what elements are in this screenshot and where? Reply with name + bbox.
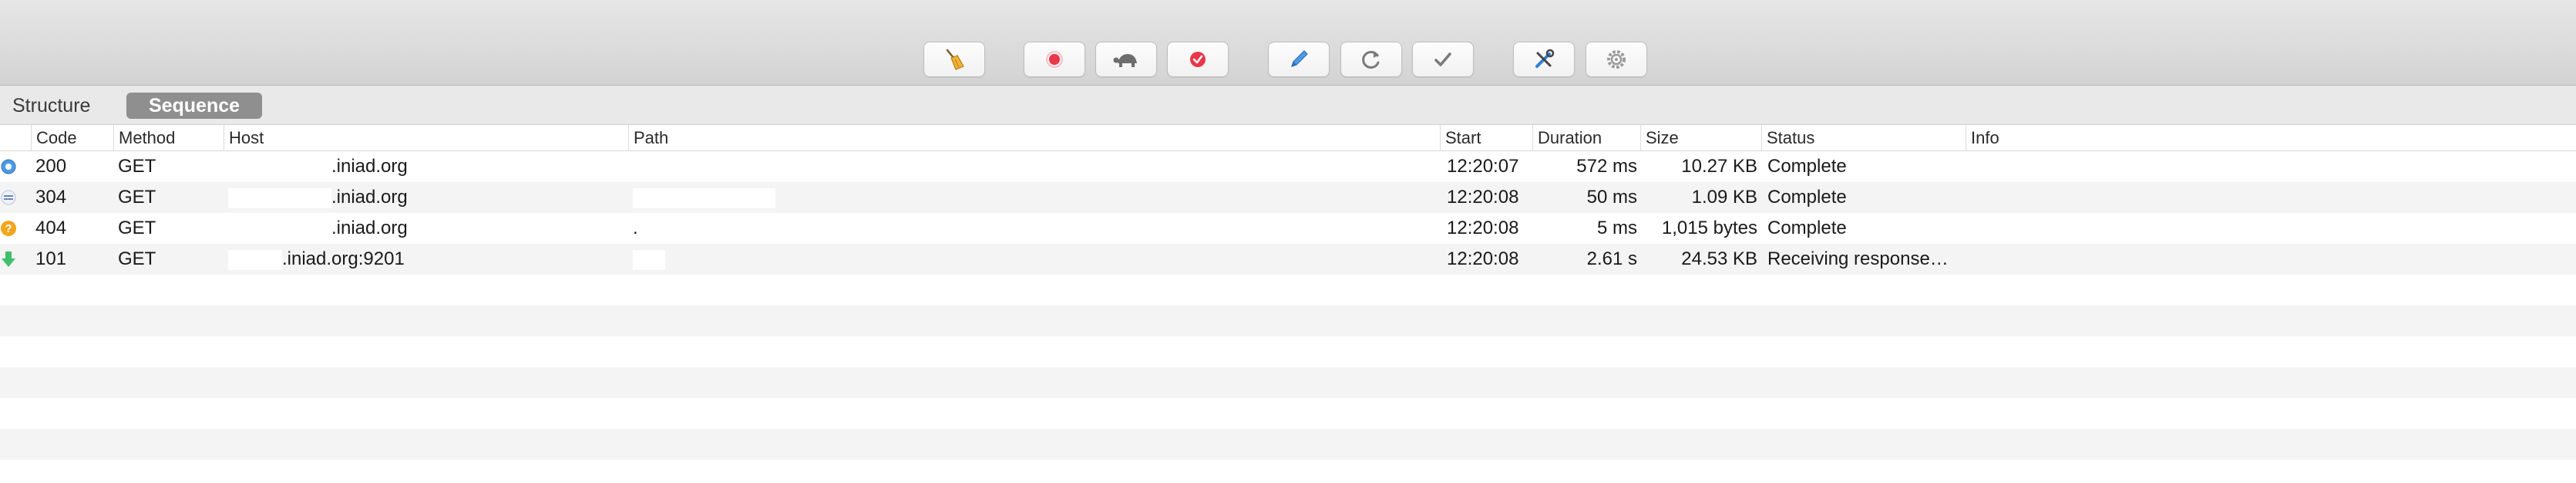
cell-start: 12:20:07: [1447, 156, 1519, 177]
cell-path: [633, 151, 1434, 182]
svg-text:?: ?: [5, 222, 12, 235]
check-icon: [1434, 52, 1451, 66]
request-list: 200 GET .iniad.org 12:20:07 572 ms 10.27…: [0, 151, 2576, 483]
table-row[interactable]: 304 GET .iniad.org 12:20:08 50 ms 1.09 K…: [0, 182, 2576, 213]
record-icon: [1046, 51, 1063, 68]
view-tabs: Structure Sequence: [0, 86, 2576, 125]
column-header-start[interactable]: Start: [1440, 125, 1532, 150]
cell-info: [1970, 182, 2571, 213]
cell-code: 404: [35, 218, 67, 238]
cell-host: .iniad.org: [331, 218, 408, 238]
cell-path: .: [633, 218, 638, 238]
cell-start: 12:20:08: [1447, 187, 1519, 208]
cell-duration: 572 ms: [1576, 156, 1637, 177]
cell-start: 12:20:08: [1447, 218, 1519, 238]
redaction-block: [633, 250, 665, 270]
turtle-icon: [1113, 54, 1137, 67]
throttle-button[interactable]: [1095, 42, 1157, 77]
cell-host: .iniad.org: [331, 156, 408, 177]
cell-status: Complete: [1767, 218, 1847, 238]
cell-size: 1.09 KB: [1691, 187, 1757, 208]
cell-code: 101: [35, 248, 67, 269]
column-header-status[interactable]: Status: [1761, 125, 1966, 150]
tools-button[interactable]: [1513, 42, 1575, 77]
tools-icon: [1535, 49, 1555, 68]
table-row[interactable]: 101 GET .iniad.org:9201 12:20:08 2.61 s …: [0, 244, 2576, 275]
tab-structure[interactable]: Structure: [6, 93, 96, 119]
cell-code: 304: [35, 187, 67, 208]
cell-duration: 5 ms: [1596, 218, 1637, 238]
cell-code: 200: [35, 156, 67, 177]
cell-status: Complete: [1767, 156, 1847, 177]
redaction-block: [633, 188, 775, 208]
download-arrow-icon: [2, 252, 15, 267]
empty-row: [0, 275, 2576, 306]
cell-method: GET: [118, 248, 156, 269]
redaction-block: [228, 188, 331, 208]
cell-duration: 2.61 s: [1586, 248, 1637, 269]
clear-button[interactable]: [923, 42, 985, 77]
table-row[interactable]: ? 404 GET .iniad.org . 12:20:08 5 ms 1,0…: [0, 213, 2576, 244]
pen-icon: [1291, 50, 1308, 67]
cell-status: Receiving response…: [1767, 248, 1949, 269]
column-header-path[interactable]: Path: [628, 125, 1444, 150]
edit-button[interactable]: [1268, 42, 1330, 77]
cell-info: [1970, 213, 2571, 244]
empty-row: [0, 460, 2576, 483]
column-header-code[interactable]: Code: [31, 125, 116, 150]
column-header-method[interactable]: Method: [113, 125, 224, 150]
cell-size: 10.27 KB: [1681, 156, 1757, 177]
column-header-size[interactable]: Size: [1640, 125, 1764, 150]
table-header: Code Method Host Path Start Duration Siz…: [0, 125, 2576, 151]
cell-method: GET: [118, 187, 156, 208]
table-row[interactable]: 200 GET .iniad.org 12:20:07 572 ms 10.27…: [0, 151, 2576, 182]
settings-button[interactable]: [1586, 42, 1647, 77]
cell-info: [1970, 244, 2571, 275]
breakpoint-icon: [1190, 52, 1206, 67]
empty-row: [0, 306, 2576, 336]
redaction-block: [228, 250, 282, 270]
cell-size: 24.53 KB: [1681, 248, 1757, 269]
column-header-icon[interactable]: [0, 125, 31, 150]
refresh-icon: [1362, 50, 1380, 69]
cell-host: .iniad.org:9201: [282, 248, 405, 269]
record-button[interactable]: [1024, 42, 1085, 77]
cell-method: GET: [118, 218, 156, 238]
breakpoints-button[interactable]: [1167, 42, 1229, 77]
empty-row: [0, 336, 2576, 367]
gear-icon: [1607, 50, 1626, 69]
column-header-host[interactable]: Host: [224, 125, 628, 150]
cell-method: GET: [118, 156, 156, 177]
equals-icon: [1, 190, 16, 205]
empty-row: [0, 398, 2576, 429]
app-window: Structure Sequence Code Method Host Path…: [0, 0, 2576, 483]
repeat-button[interactable]: [1340, 42, 1402, 77]
empty-row: [0, 429, 2576, 460]
cell-status: Complete: [1767, 187, 1847, 208]
cell-info: [1970, 151, 2571, 182]
cell-path: [779, 182, 1434, 213]
info-icon: [1, 159, 16, 174]
question-icon: ?: [1, 221, 16, 236]
broom-icon: [946, 49, 964, 70]
cell-host: .iniad.org: [331, 187, 408, 208]
cell-path: [668, 244, 1431, 275]
column-header-info[interactable]: Info: [1966, 125, 2576, 150]
tab-sequence[interactable]: Sequence: [126, 93, 262, 119]
validate-button[interactable]: [1412, 42, 1474, 77]
toolbar: [0, 0, 2576, 86]
cell-start: 12:20:08: [1447, 248, 1519, 269]
cell-duration: 50 ms: [1586, 187, 1637, 208]
column-header-duration[interactable]: Duration: [1532, 125, 1640, 150]
empty-row: [0, 367, 2576, 398]
cell-size: 1,015 bytes: [1661, 218, 1757, 238]
